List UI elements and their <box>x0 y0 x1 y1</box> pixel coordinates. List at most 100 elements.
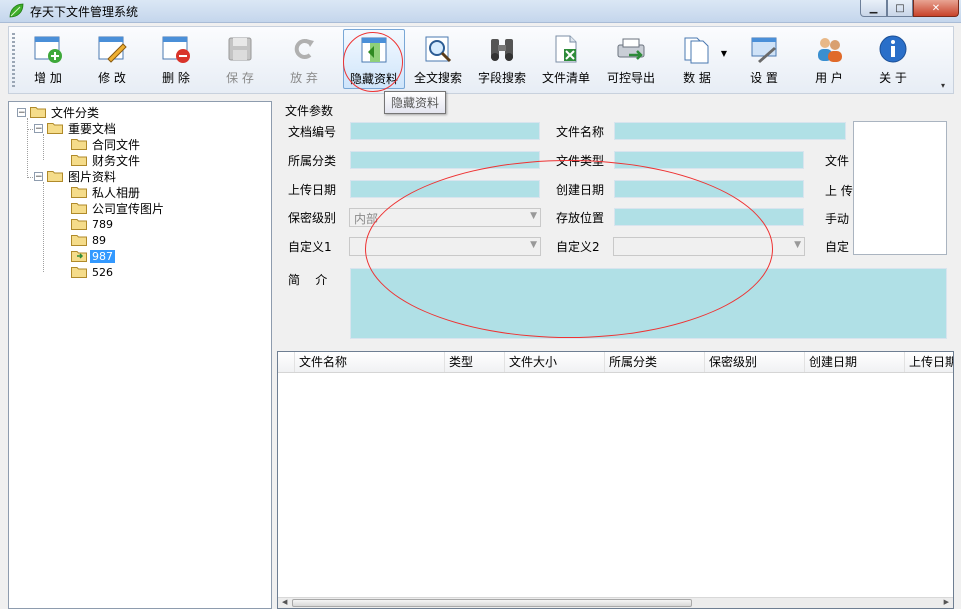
column-header[interactable]: 所属分类 <box>605 352 705 372</box>
column-header[interactable]: 创建日期 <box>805 352 905 372</box>
tree-node[interactable]: 财务文件 <box>71 152 142 168</box>
custom1-label: 自定义1 <box>288 240 332 254</box>
toolbar-overflow-icon[interactable]: ▾ <box>941 81 950 91</box>
category-input[interactable] <box>350 151 540 169</box>
file-name-input[interactable] <box>614 122 846 140</box>
scroll-left-icon[interactable]: ◀ <box>282 598 287 606</box>
folder-icon <box>71 219 87 230</box>
delete-button[interactable]: 删 除 <box>150 29 202 89</box>
folder-open-arrow-icon <box>71 251 87 262</box>
users-icon <box>818 38 842 62</box>
add-button[interactable]: 增 加 <box>22 29 74 89</box>
tree-node[interactable]: − 重要文档 <box>34 120 118 136</box>
folder-icon <box>47 171 63 182</box>
grid-header: 文件名称 类型 文件大小 所属分类 保密级别 创建日期 上传日期 <box>278 352 953 373</box>
location-label: 存放位置 <box>556 211 605 225</box>
minimize-button[interactable]: ▁ <box>860 0 887 17</box>
delete-form-icon <box>162 36 190 63</box>
column-header[interactable]: 文件大小 <box>505 352 605 372</box>
doc-no-input[interactable] <box>350 122 540 140</box>
create-date-input[interactable] <box>614 180 804 198</box>
column-header[interactable]: 文件名称 <box>295 352 445 372</box>
custom1-select[interactable]: ▼ <box>349 237 541 256</box>
chevron-down-icon: ▼ <box>794 240 801 250</box>
users-button[interactable]: 用 户 <box>801 29 857 89</box>
file-size-label: 文件 <box>825 154 850 168</box>
tree-connector <box>43 134 44 160</box>
doc-no-label: 文档编号 <box>288 125 337 139</box>
edit-form-icon <box>98 36 127 63</box>
intro-label: 简 介 <box>288 273 328 287</box>
category-label: 所属分类 <box>288 154 337 168</box>
tree-node-selected[interactable]: 987 <box>71 248 115 264</box>
close-button[interactable]: ✕ <box>913 0 959 17</box>
collapse-icon[interactable]: − <box>34 171 43 181</box>
main-toolbar: 增 加 修 改 删 除 保 存 放 弃 隐藏资料 全文搜索 字段搜索 文件清单 … <box>8 26 954 94</box>
title-bar: 存天下文件管理系统 ▁ □ ✕ <box>0 0 961 23</box>
save-button[interactable]: 保 存 <box>214 29 266 89</box>
thumbnail-preview[interactable] <box>853 121 947 255</box>
field-search-button[interactable]: 字段搜索 <box>473 29 531 89</box>
tree-node[interactable]: 789 <box>71 216 115 232</box>
upload-date-input[interactable] <box>350 180 540 198</box>
scrollbar-thumb[interactable] <box>292 599 692 607</box>
folder-icon <box>47 123 63 134</box>
file-type-label: 文件类型 <box>556 154 605 168</box>
custom3-label: 自定 <box>825 240 850 254</box>
row-indicator-header <box>278 352 295 372</box>
data-document-icon <box>684 37 709 64</box>
folder-icon <box>71 267 87 278</box>
tree-node[interactable]: 公司宣传图片 <box>71 200 166 216</box>
folder-icon <box>71 203 87 214</box>
toolbar-grip[interactable] <box>12 33 15 89</box>
file-name-label: 文件名称 <box>556 125 605 139</box>
tree-node[interactable]: 89 <box>71 232 108 248</box>
dropdown-arrow-icon: ▼ <box>720 49 727 58</box>
chevron-down-icon: ▼ <box>530 240 537 250</box>
column-header[interactable]: 保密级别 <box>705 352 805 372</box>
window-title: 存天下文件管理系统 <box>30 5 139 19</box>
file-list-button[interactable]: 文件清单 <box>537 29 595 89</box>
folder-icon <box>71 155 87 166</box>
binoculars-icon <box>491 39 513 61</box>
settings-button[interactable]: 设 置 <box>736 29 792 89</box>
tree-connector <box>27 118 28 176</box>
collapse-icon[interactable]: − <box>17 107 26 117</box>
maximize-icon: □ <box>895 2 905 14</box>
collapse-icon[interactable]: − <box>34 123 43 133</box>
discard-button[interactable]: 放 弃 <box>278 29 330 89</box>
controlled-export-button[interactable]: 可控导出 <box>602 29 660 89</box>
custom2-label: 自定义2 <box>556 240 600 254</box>
maximize-button[interactable]: □ <box>887 0 913 17</box>
floppy-disk-icon <box>228 37 252 61</box>
horizontal-scrollbar[interactable]: ◀ ▶ <box>278 597 953 608</box>
magnifier-icon <box>425 36 452 63</box>
secrecy-select[interactable]: 内部 ▼ <box>349 208 541 227</box>
edit-button[interactable]: 修 改 <box>86 29 138 89</box>
tree-node[interactable]: − 图片资料 <box>34 168 118 184</box>
intro-textarea[interactable] <box>350 268 947 339</box>
column-header[interactable]: 上传日期 <box>905 352 953 372</box>
custom2-select[interactable]: ▼ <box>613 237 805 256</box>
uploader-label: 上 传 <box>825 184 853 198</box>
window-controls: ▁ □ ✕ <box>860 0 959 18</box>
tree-node-root[interactable]: − 文件分类 <box>17 104 101 120</box>
tree-node[interactable]: 526 <box>71 264 115 280</box>
column-header[interactable]: 类型 <box>445 352 505 372</box>
about-button[interactable]: 关 于 <box>865 29 921 89</box>
location-input[interactable] <box>614 208 804 226</box>
settings-icon <box>751 37 777 63</box>
tree-node[interactable]: 私人相册 <box>71 184 142 200</box>
fulltext-search-button[interactable]: 全文搜索 <box>409 29 467 89</box>
info-icon <box>879 35 907 63</box>
export-icon <box>617 38 645 60</box>
file-type-input[interactable] <box>614 151 804 169</box>
hide-data-button[interactable]: 隐藏资料 <box>343 29 405 89</box>
folder-icon <box>30 107 46 118</box>
secrecy-value: 内部 <box>354 212 379 226</box>
scroll-right-icon[interactable]: ▶ <box>944 598 949 606</box>
tree-connector <box>43 182 44 272</box>
data-menu-button[interactable]: 数 据 ▼ <box>667 29 727 89</box>
category-tree: − 文件分类 − 重要文档 合同文件 财务文件 − 图片资料 私人相册 公司宣传… <box>8 101 272 609</box>
tree-node[interactable]: 合同文件 <box>71 136 142 152</box>
